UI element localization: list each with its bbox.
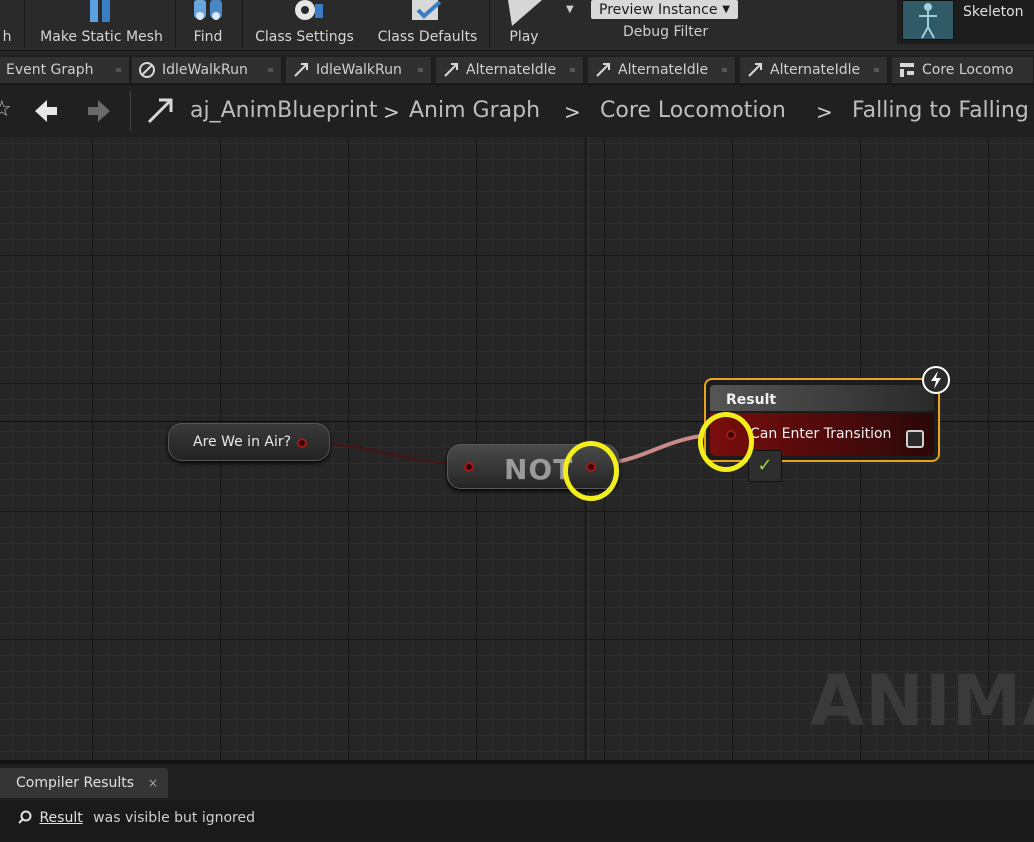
state-machine-icon: [900, 63, 914, 77]
checklist-icon: [411, 0, 441, 20]
breadcrumb-item-falling-transition[interactable]: Falling to Falling: [852, 98, 1029, 123]
chevron-down-icon: ▼: [722, 4, 730, 15]
toolbar-separator: [242, 0, 243, 48]
play-options-dropdown-icon[interactable]: ▼: [566, 4, 574, 15]
breadcrumb-item-blueprint[interactable]: aj_AnimBlueprint: [190, 98, 378, 123]
class-settings-label: Class Settings: [255, 29, 354, 45]
tab-alternateidle-1[interactable]: AlternateIdle: [436, 57, 584, 83]
skeleton-icon: [902, 0, 954, 40]
compiler-results-tab[interactable]: Compiler Results ×: [0, 768, 168, 798]
tab-close-icon[interactable]: [418, 68, 423, 72]
preview-instance-dropdown[interactable]: Preview Instance ▼: [591, 0, 738, 19]
breadcrumb-chevron-icon: >: [816, 100, 833, 124]
transition-icon: [294, 63, 308, 77]
bool-output-pin[interactable]: [297, 438, 307, 448]
tab-close-icon[interactable]: [268, 68, 273, 72]
tab-label: AlternateIdle: [618, 62, 709, 78]
blendspace-icon: [139, 62, 155, 78]
play-button[interactable]: Play: [494, 0, 554, 50]
tab-idlewalkrun-blendspace[interactable]: IdleWalkRun: [132, 57, 282, 83]
tab-close-icon[interactable]: [874, 68, 879, 72]
toolbar-partial-button[interactable]: h: [0, 0, 14, 50]
search-icon: [18, 810, 32, 824]
compiler-results-tab-label: Compiler Results: [16, 775, 135, 791]
forward-arrow-icon[interactable]: [86, 98, 112, 124]
bool-input-pin[interactable]: [464, 462, 474, 472]
result-node-header: Result: [710, 385, 934, 411]
static-mesh-icon: [89, 0, 110, 22]
tab-idlewalkrun-transition[interactable]: IdleWalkRun: [286, 57, 432, 83]
tab-label: IdleWalkRun: [162, 62, 248, 78]
highlight-circle: [698, 412, 754, 472]
compile-status-check-icon: ✓: [748, 450, 782, 482]
tab-alternateidle-2[interactable]: AlternateIdle: [588, 57, 736, 83]
debug-filter-label: Debug Filter: [623, 24, 709, 40]
tab-core-locomotion[interactable]: Core Locomo: [892, 57, 1034, 83]
preview-instance-value: Preview Instance: [599, 1, 718, 18]
tab-label: IdleWalkRun: [316, 62, 402, 78]
star-icon[interactable]: ☆: [0, 97, 12, 122]
breadcrumb-chevron-icon: >: [383, 100, 400, 124]
tab-alternateidle-3[interactable]: AlternateIdle: [740, 57, 888, 83]
tab-event-graph[interactable]: Event Graph: [0, 57, 130, 83]
tab-label: AlternateIdle: [466, 62, 557, 78]
make-static-mesh-label: Make Static Mesh: [40, 29, 163, 45]
variable-name: Are We in Air?: [193, 434, 292, 450]
play-icon: [508, 0, 542, 26]
class-defaults-button[interactable]: Class Defaults: [370, 0, 485, 50]
tab-label: AlternateIdle: [770, 62, 861, 78]
can-enter-transition-label: Can Enter Transition: [750, 426, 892, 442]
compiler-log: Result was visible but ignored: [0, 800, 1034, 842]
log-entry: Result was visible but ignored: [18, 810, 255, 826]
result-node-title: Result: [726, 392, 777, 408]
tab-close-icon[interactable]: [722, 68, 727, 72]
find-label: Find: [193, 29, 223, 45]
main-toolbar: h Make Static Mesh Find Class Settings C…: [0, 0, 1034, 51]
skeleton-mode-button[interactable]: Skeleton: [897, 0, 1034, 44]
transition-icon: [748, 63, 762, 77]
binoculars-icon: [194, 0, 222, 20]
toolbar-separator: [489, 0, 490, 48]
breadcrumb: ☆ aj_AnimBlueprint > Anim Graph > Core L…: [0, 85, 1034, 137]
tab-label: Core Locomo: [922, 62, 1014, 78]
highlight-circle: [563, 441, 619, 501]
document-tab-bar: Event Graph IdleWalkRun IdleWalkRun Alte…: [0, 55, 1034, 85]
compiler-results-panel: Compiler Results × Result was visible bu…: [0, 760, 1034, 842]
skeleton-label: Skeleton: [963, 4, 1024, 20]
class-defaults-label: Class Defaults: [377, 29, 478, 45]
toolbar-separator: [175, 0, 176, 48]
toolbar-partial-label: h: [2, 29, 12, 45]
play-label: Play: [509, 29, 539, 45]
gear-icon: [294, 0, 323, 20]
transition-icon: [596, 63, 610, 77]
tab-label: Event Graph: [6, 62, 94, 78]
find-button[interactable]: Find: [178, 0, 238, 50]
breadcrumb-item-anim-graph[interactable]: Anim Graph: [409, 98, 540, 123]
transition-graph-icon: [147, 98, 173, 124]
tab-close-icon[interactable]: [116, 68, 121, 72]
class-settings-button[interactable]: Class Settings: [248, 0, 361, 50]
log-entry-link[interactable]: Result: [39, 810, 82, 826]
graph-canvas[interactable]: ANIMAT Are We in Air? NOT Result Can Ent…: [0, 137, 1034, 760]
lightning-icon: [922, 366, 950, 394]
back-arrow-icon[interactable]: [33, 98, 59, 124]
tab-close-icon[interactable]: [570, 68, 575, 72]
make-static-mesh-button[interactable]: Make Static Mesh: [30, 0, 173, 50]
breadcrumb-item-core-locomotion[interactable]: Core Locomotion: [600, 98, 786, 123]
log-entry-text: was visible but ignored: [93, 810, 256, 826]
toolbar-separator: [24, 0, 25, 48]
can-enter-transition-checkbox[interactable]: [906, 430, 924, 448]
breadcrumb-chevron-icon: >: [564, 100, 581, 124]
transition-icon: [444, 63, 458, 77]
close-icon[interactable]: ×: [148, 776, 158, 790]
get-are-we-in-air-node[interactable]: Are We in Air?: [168, 423, 330, 461]
breadcrumb-separator: [130, 91, 131, 131]
